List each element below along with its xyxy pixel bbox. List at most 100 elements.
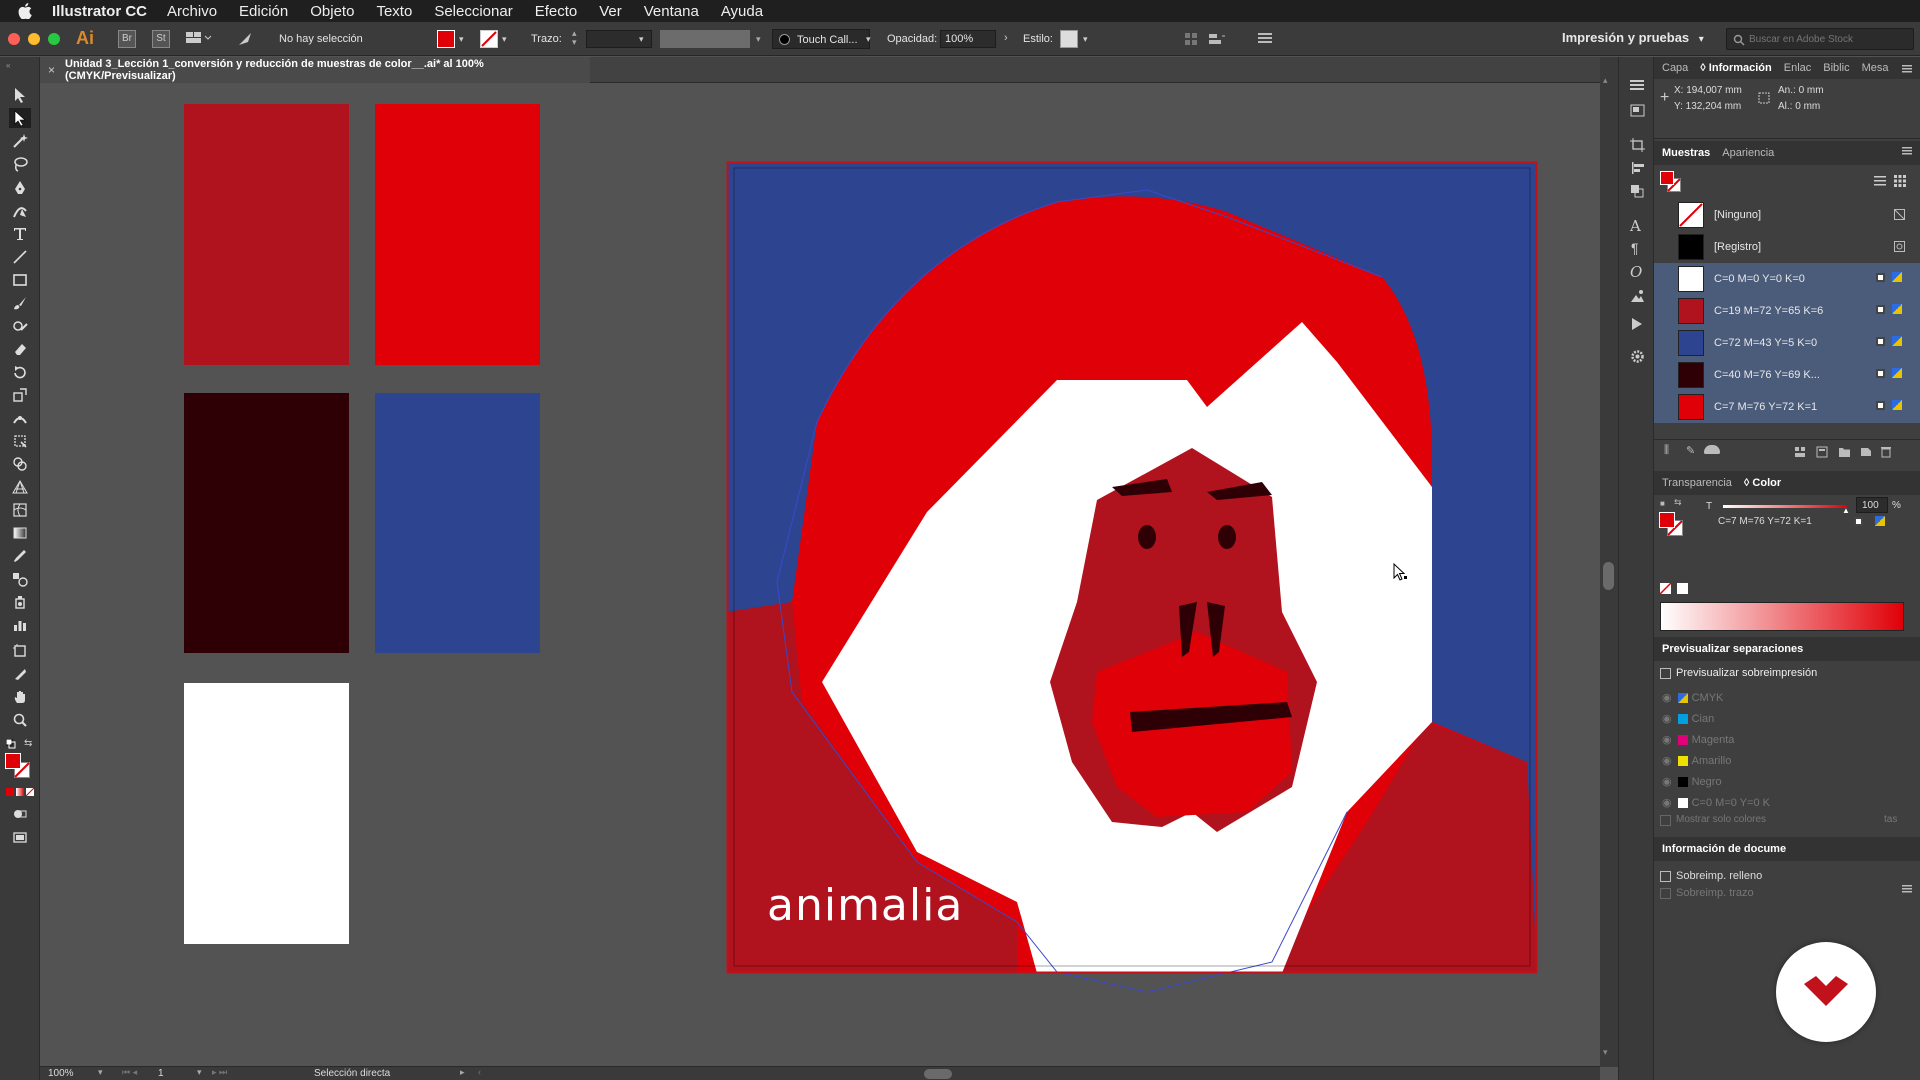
workspace-switcher[interactable]: Impresión y pruebas ▾	[1562, 30, 1704, 45]
symbol-sprayer-tool-icon[interactable]	[9, 592, 31, 612]
color-swap-icon[interactable]: ⇆	[1674, 497, 1682, 508]
fill-dropdown-icon[interactable]: ▾	[459, 34, 464, 45]
opacity-arrow-icon[interactable]: ›	[1004, 32, 1008, 44]
image-trace-icon[interactable]	[1630, 289, 1645, 306]
line-segment-tool-icon[interactable]	[9, 247, 31, 267]
opentype-icon[interactable]: O	[1630, 263, 1642, 281]
eye-icon[interactable]: ◉	[1662, 712, 1672, 725]
menu-ver[interactable]: Ver	[599, 3, 622, 20]
paragraph-icon[interactable]: ¶	[1631, 240, 1639, 256]
width-tool-icon[interactable]	[9, 408, 31, 428]
type-tool-icon[interactable]	[9, 224, 31, 244]
scroll-up-icon[interactable]: ▴	[1603, 75, 1608, 86]
menu-efecto[interactable]: Efecto	[535, 3, 578, 20]
overprint-stroke-checkbox[interactable]	[1660, 888, 1671, 899]
tab-bibliotecas[interactable]: Biblic	[1823, 62, 1849, 74]
magic-wand-tool-icon[interactable]	[9, 131, 31, 151]
thumbnail-view-icon[interactable]	[1894, 175, 1906, 187]
graphic-style-swatch[interactable]	[1060, 30, 1078, 48]
plate-row-cian[interactable]: ◉ Cian	[1654, 708, 1920, 729]
hand-tool-icon[interactable]	[9, 687, 31, 707]
rotate-tool-icon[interactable]	[9, 362, 31, 382]
cloud-libraries-icon[interactable]	[1704, 445, 1720, 454]
eye-icon[interactable]: ◉	[1662, 754, 1672, 767]
swatch-rect-red[interactable]	[375, 104, 540, 365]
apple-icon[interactable]	[18, 3, 32, 19]
perspective-grid-tool-icon[interactable]	[9, 477, 31, 497]
menu-texto[interactable]: Texto	[376, 3, 412, 20]
first-artboard-icon[interactable]: ⏮ ◂	[122, 1067, 137, 1078]
bridge-button[interactable]: Br	[118, 30, 136, 48]
pathfinder-icon[interactable]	[1630, 184, 1645, 201]
swatch-rect-blue[interactable]	[375, 393, 540, 653]
brush-dropdown-icon[interactable]: ▾	[866, 34, 871, 45]
delete-swatch-icon[interactable]	[1880, 445, 1892, 458]
swatch-rect-maroon[interactable]	[184, 393, 349, 653]
zoom-dropdown-icon[interactable]: ▾	[98, 1067, 103, 1078]
gradient-tool-icon[interactable]	[9, 523, 31, 543]
plate-row-cmyk[interactable]: ◉ CMYK	[1654, 687, 1920, 708]
tab-informacion[interactable]: ◊ Información	[1700, 62, 1771, 74]
stock-search-input[interactable]	[1749, 32, 1909, 47]
brush-definition[interactable]: Touch Call...	[772, 29, 870, 49]
swatches-panel-menu-icon[interactable]	[1902, 147, 1912, 155]
menu-objeto[interactable]: Objeto	[310, 3, 354, 20]
close-tab-icon[interactable]: ×	[48, 63, 55, 77]
overprint-checkbox[interactable]	[1660, 668, 1671, 679]
artboards-icon[interactable]	[1630, 138, 1645, 155]
fill-indicator[interactable]	[5, 753, 21, 769]
swatch-options-icon[interactable]	[1816, 446, 1828, 458]
scroll-down-icon[interactable]: ▾	[1603, 1047, 1608, 1058]
screen-mode-icon[interactable]	[9, 828, 31, 848]
color-group-icon[interactable]	[1794, 446, 1806, 458]
artboard-number[interactable]: 1	[158, 1068, 164, 1079]
pen-pressure-icon[interactable]	[236, 30, 254, 51]
eraser-tool-icon[interactable]	[9, 339, 31, 359]
eye-icon[interactable]: ◉	[1662, 775, 1672, 788]
next-artboard-icon[interactable]: ▸ ⏭	[212, 1067, 227, 1078]
stroke-dropdown-icon[interactable]: ▾	[502, 34, 507, 45]
selection-tool-icon[interactable]	[9, 85, 31, 105]
paintbrush-tool-icon[interactable]	[9, 293, 31, 313]
align-panel-icon[interactable]	[1630, 161, 1645, 178]
color-fill-indicator[interactable]	[1659, 512, 1675, 528]
drawing-mode-icon[interactable]	[9, 804, 31, 824]
swatch-row-white[interactable]: C=0 M=0 Y=0 K=0	[1654, 263, 1920, 295]
menu-archivo[interactable]: Archivo	[167, 3, 217, 20]
menu-seleccionar[interactable]: Seleccionar	[434, 3, 512, 20]
swatch-row-dark-red[interactable]: C=19 M=72 Y=65 K=6	[1654, 295, 1920, 327]
blend-tool-icon[interactable]	[9, 569, 31, 589]
scroll-left-icon[interactable]: ‹	[478, 1067, 481, 1077]
plate-row-white[interactable]: ◉ C=0 M=0 Y=0 K	[1654, 792, 1920, 813]
menu-edicion[interactable]: Edición	[239, 3, 288, 20]
menu-ayuda[interactable]: Ayuda	[721, 3, 763, 20]
zoom-tool-icon[interactable]	[9, 710, 31, 730]
swatch-row-none[interactable]: [Ninguno]	[1654, 199, 1920, 231]
shaper-tool-icon[interactable]	[9, 316, 31, 336]
opacity-label[interactable]: Opacidad:	[887, 33, 937, 45]
plate-row-magenta[interactable]: ◉ Magenta	[1654, 729, 1920, 750]
minimize-window-button[interactable]	[28, 33, 40, 45]
gradient-mode-icon[interactable]	[16, 788, 24, 796]
strip-menu-icon[interactable]	[1630, 79, 1644, 94]
stroke-weight-stepper[interactable]: ▴ ▾	[572, 29, 577, 47]
mesh-tool-icon[interactable]	[9, 500, 31, 520]
color-mode-icon[interactable]	[6, 788, 14, 796]
new-folder-icon[interactable]	[1838, 446, 1851, 458]
tint-value-input[interactable]: 100	[1856, 497, 1888, 513]
control-menu-icon[interactable]	[1258, 32, 1272, 47]
menu-ventana[interactable]: Ventana	[644, 3, 699, 20]
plate-row-negro[interactable]: ◉ Negro	[1654, 771, 1920, 792]
tab-muestras[interactable]: Muestras	[1662, 147, 1710, 159]
swatches-fill-indicator[interactable]	[1660, 171, 1674, 185]
list-view-icon[interactable]	[1874, 175, 1886, 187]
color-default-icon[interactable]: ■	[1660, 499, 1665, 508]
actions-icon[interactable]	[1631, 317, 1643, 334]
rectangle-tool-icon[interactable]	[9, 270, 31, 290]
settings-gear-icon[interactable]	[1630, 349, 1645, 367]
slice-tool-icon[interactable]	[9, 664, 31, 684]
color-none-icon[interactable]	[1660, 583, 1671, 594]
canvas-area[interactable]: animalia	[40, 83, 1600, 1066]
navigator-icon[interactable]	[1630, 104, 1645, 120]
stock-search[interactable]	[1726, 28, 1914, 50]
